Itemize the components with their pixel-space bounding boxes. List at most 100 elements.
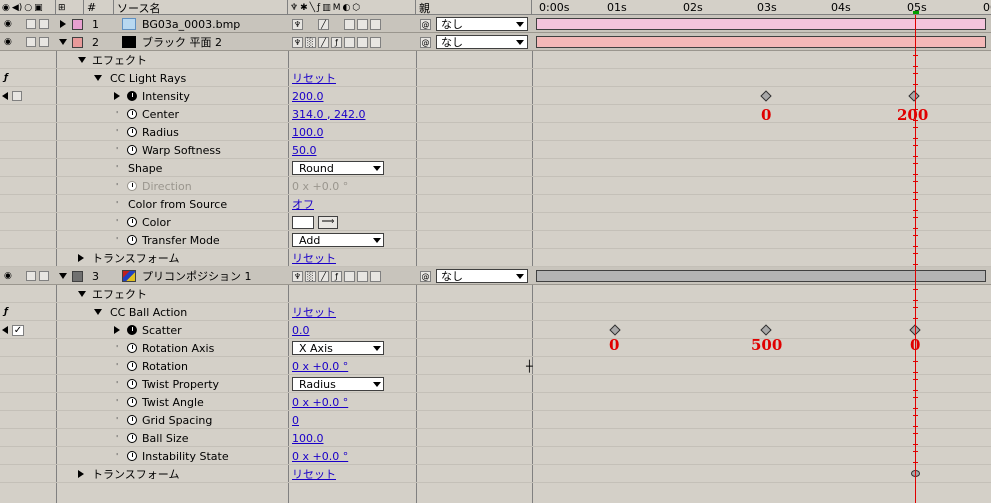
effects-expand-arrow[interactable]	[78, 51, 86, 69]
color-from-source-value[interactable]: オフ	[292, 195, 314, 213]
eye-icon[interactable]: ◉	[2, 3, 10, 13]
layer-1-collapse-switch[interactable]	[305, 19, 316, 30]
prop-ball-size[interactable]: ' Ball Size 100.0	[0, 429, 991, 447]
layer-2-lock-box[interactable]	[39, 37, 49, 47]
stopwatch-icon[interactable]	[127, 375, 137, 393]
stopwatch-icon[interactable]	[127, 393, 137, 411]
layer-2-3d-switch[interactable]	[370, 36, 381, 48]
layer-2-effects-group[interactable]: エフェクト	[0, 51, 991, 69]
lock-icon[interactable]: ▣	[34, 3, 43, 13]
prop-warp-softness[interactable]: ' Warp Softness 50.0	[0, 141, 991, 159]
eyedropper-icon[interactable]: ⟹	[318, 213, 338, 231]
layer-row-1[interactable]: ◉ 1 BG03a_0003.bmp ♆ ╱ @ なし	[0, 15, 991, 33]
keyframe-check-icon[interactable]: ✓	[12, 321, 24, 339]
stopwatch-icon[interactable]	[127, 105, 137, 123]
layer-row-2[interactable]: ◉ 2 ブラック 平面 2 ♆ ░ ╱ ƒ @ なし	[0, 33, 991, 51]
layer-1-quality-switch[interactable]: ╱	[318, 18, 329, 30]
layer-2-eye-icon[interactable]: ◉	[2, 33, 12, 51]
layer-3-eye-icon[interactable]: ◉	[2, 267, 12, 285]
layer-2-solo-box[interactable]	[26, 37, 36, 47]
layer-2-duration-bar[interactable]	[536, 36, 986, 48]
layer-3-transform-group[interactable]: トランスフォーム リセット	[0, 465, 991, 483]
layer-3-motion-blur-switch[interactable]	[357, 270, 368, 282]
3d-layer-icon[interactable]: ⬡	[352, 3, 360, 13]
effect-icon[interactable]: ƒ	[2, 69, 8, 87]
layer-2-quality-switch[interactable]: ╱	[318, 36, 329, 48]
layer-3-solo-box[interactable]	[26, 271, 36, 281]
intensity-value[interactable]: 200.0	[292, 87, 324, 105]
layer-3-lock-box[interactable]	[39, 271, 49, 281]
rotation-axis-dropdown[interactable]: X Axis	[292, 339, 384, 357]
prop-shape[interactable]: ' Shape Round	[0, 159, 991, 177]
layer-2-effect-switch[interactable]: ƒ	[331, 36, 342, 48]
layer-1-label-color[interactable]	[72, 15, 83, 33]
layer-2-name[interactable]: ブラック 平面 2	[142, 33, 222, 51]
collapse-icon[interactable]: ✱	[300, 3, 308, 13]
layer-1-pickwhip-icon[interactable]: @	[420, 15, 433, 33]
warp-softness-value[interactable]: 50.0	[292, 141, 317, 159]
scatter-value[interactable]: 0.0	[292, 321, 310, 339]
layer-3-name[interactable]: プリコンポジション 1	[142, 267, 252, 285]
shape-dropdown[interactable]: Round	[292, 159, 384, 177]
motion-blur-icon[interactable]: M	[333, 3, 341, 13]
layer-3-3d-switch[interactable]	[370, 270, 381, 282]
keyframe-diamond[interactable]	[908, 90, 920, 102]
stopwatch-icon[interactable]	[127, 213, 137, 231]
quality-icon[interactable]: ╲	[310, 3, 315, 13]
layer-2-pickwhip-icon[interactable]: @	[420, 33, 433, 51]
layer-3-shy-switch[interactable]: ♆	[292, 270, 303, 282]
layer-2-frame-blend-switch[interactable]	[344, 36, 355, 48]
prop-twist-angle[interactable]: ' Twist Angle 0 x +0.0 °	[0, 393, 991, 411]
prop-radius[interactable]: ' Radius 100.0	[0, 123, 991, 141]
effect-icon[interactable]: ƒ	[2, 303, 8, 321]
layer-1-3d-switch[interactable]	[370, 18, 381, 30]
cc-light-rays-expand-arrow[interactable]	[94, 69, 102, 87]
prop-twist-property[interactable]: ' Twist Property Radius	[0, 375, 991, 393]
layer-3-parent-dropdown[interactable]: なし	[436, 267, 528, 285]
twist-property-dropdown[interactable]: Radius	[292, 375, 384, 393]
keyframe-diamond[interactable]	[609, 324, 621, 336]
stopwatch-icon[interactable]	[127, 429, 137, 447]
prop-rotation[interactable]: ' Rotation 0 x +0.0 ° ┼	[0, 357, 991, 375]
cc-light-rays-reset[interactable]: リセット	[292, 69, 336, 87]
transform-reset[interactable]: リセット	[292, 249, 336, 267]
keyframe-diamond[interactable]	[760, 324, 772, 336]
transform-expand-arrow[interactable]	[78, 249, 84, 267]
prop-transfer-mode[interactable]: ' Transfer Mode Add	[0, 231, 991, 249]
cc-ball-action-reset[interactable]: リセット	[292, 303, 336, 321]
prop-color-from-source[interactable]: ' Color from Source オフ	[0, 195, 991, 213]
layer-1-shy-switch[interactable]: ♆	[292, 18, 303, 30]
stopwatch-icon[interactable]	[127, 339, 137, 357]
keyframe-nav-prev-icon[interactable]	[2, 87, 8, 105]
grid-spacing-value[interactable]: 0	[292, 411, 299, 429]
layer-2-transform-group[interactable]: トランスフォーム リセット	[0, 249, 991, 267]
prop-center[interactable]: ' Center 314.0 , 242.0	[0, 105, 991, 123]
source-name-header[interactable]: ソース名	[114, 0, 288, 15]
prop-scatter[interactable]: ✓ Scatter 0.0	[0, 321, 991, 339]
transfer-mode-dropdown[interactable]: Add	[292, 231, 384, 249]
layer-1-expand-arrow[interactable]	[60, 15, 66, 33]
prop-rotation-axis[interactable]: ' Rotation Axis X Axis	[0, 339, 991, 357]
effect-icon[interactable]: ƒ	[317, 3, 320, 13]
current-time-marker[interactable]	[913, 11, 919, 14]
stopwatch-icon[interactable]	[127, 87, 137, 105]
layer-2-shy-switch[interactable]: ♆	[292, 36, 303, 48]
layer-3-effect-switch[interactable]: ƒ	[331, 270, 342, 282]
label-tag-icon[interactable]: ⊞	[58, 3, 66, 13]
layer-2-expand-arrow[interactable]	[59, 33, 67, 51]
ball-size-value[interactable]: 100.0	[292, 429, 324, 447]
layer-1-solo-box[interactable]	[26, 19, 36, 29]
keyframe-checkbox[interactable]	[12, 87, 25, 105]
stopwatch-icon[interactable]	[127, 123, 137, 141]
time-ruler[interactable]: 0:00s 01s 02s 03s 04s 05s 06	[532, 0, 991, 15]
color-swatch[interactable]	[292, 213, 314, 231]
radius-value[interactable]: 100.0	[292, 123, 324, 141]
layer-3-frame-blend-switch[interactable]	[344, 270, 355, 282]
layer-1-parent-dropdown[interactable]: なし	[436, 15, 528, 33]
center-value[interactable]: 314.0 , 242.0	[292, 105, 365, 123]
layer-1-eye-icon[interactable]: ◉	[2, 15, 12, 33]
keyframe-nav-prev-icon[interactable]	[2, 321, 8, 339]
stopwatch-icon[interactable]	[127, 231, 137, 249]
layer-3-pickwhip-icon[interactable]: @	[420, 267, 433, 285]
effect-cc-ball-action[interactable]: ƒ CC Ball Action リセット	[0, 303, 991, 321]
